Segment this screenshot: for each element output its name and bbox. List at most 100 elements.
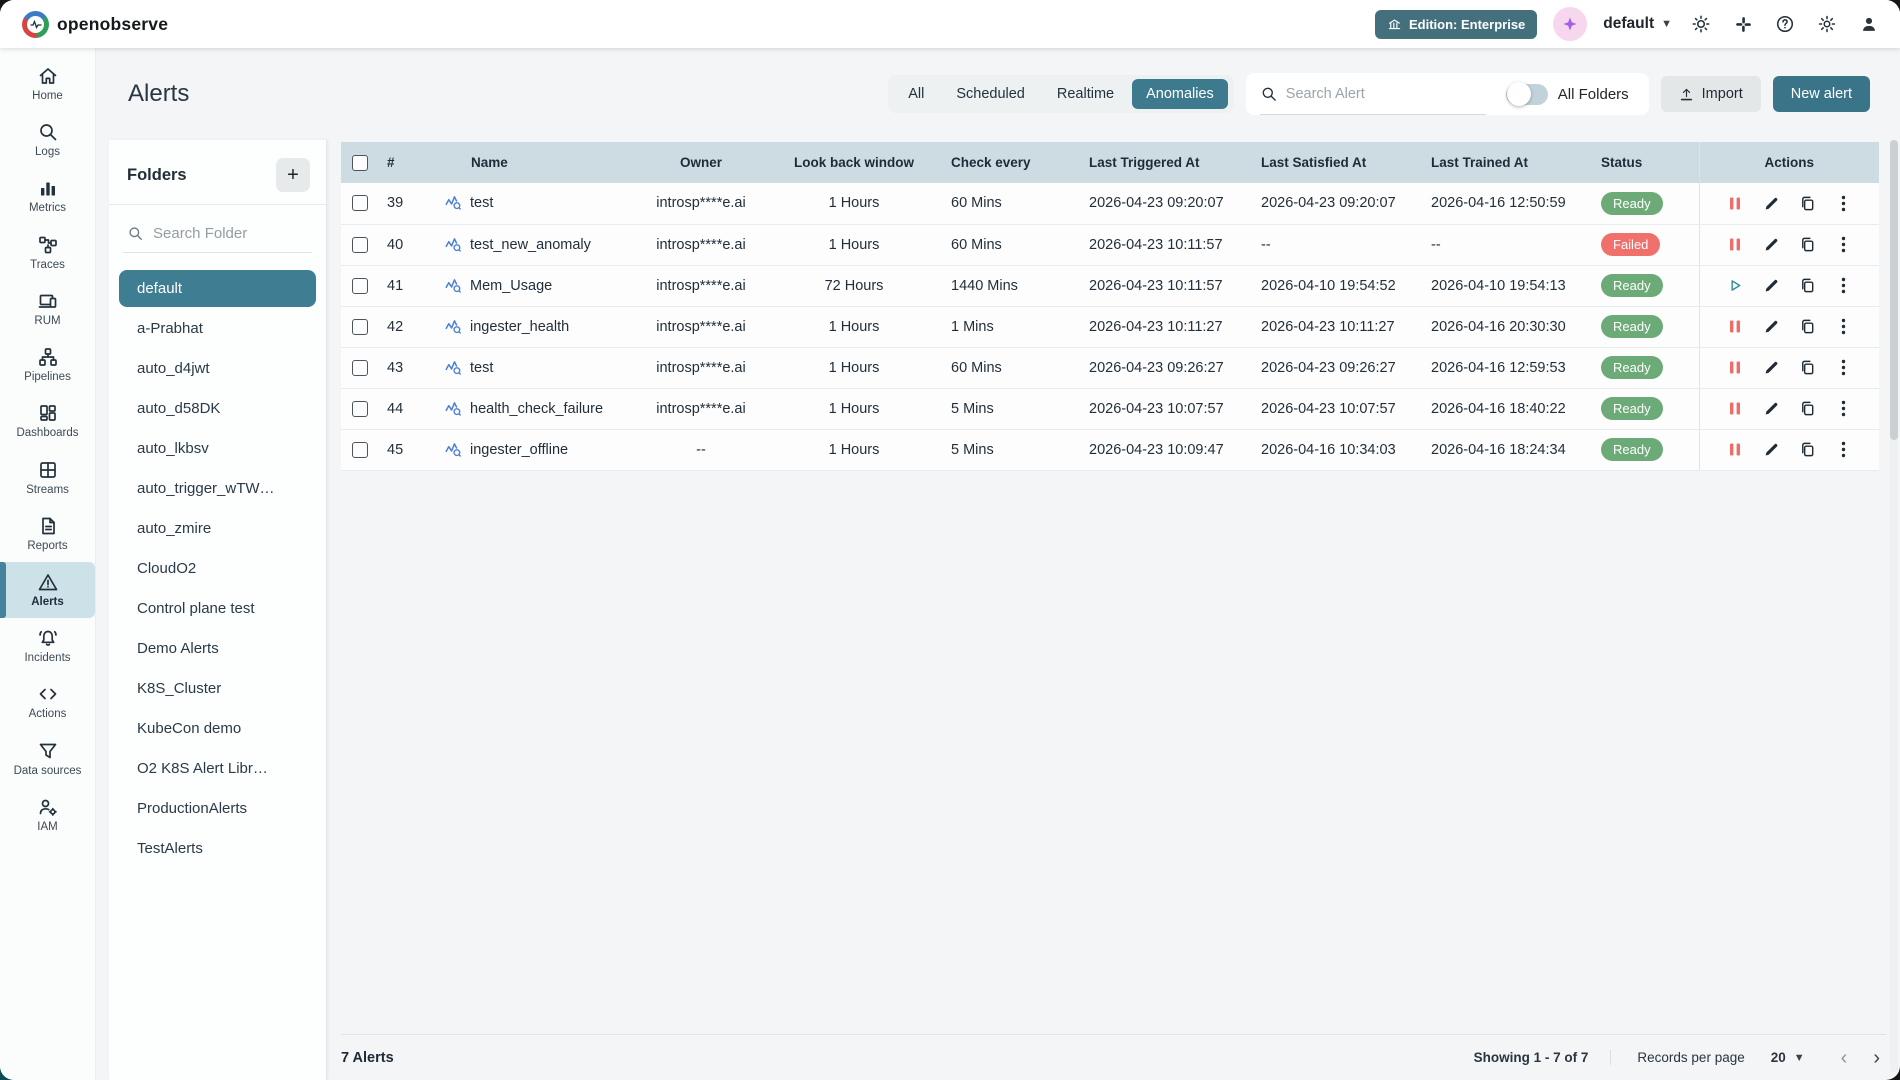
- sidebar-item-reports[interactable]: Reports: [0, 506, 95, 562]
- sidebar-item-iam[interactable]: IAM: [0, 787, 95, 843]
- sidebar-item-pipelines[interactable]: Pipelines: [0, 337, 95, 393]
- edit-button[interactable]: [1758, 355, 1784, 381]
- edit-button[interactable]: [1758, 190, 1784, 216]
- brand-logo[interactable]: openobserve: [22, 11, 168, 38]
- slack-button[interactable]: [1730, 11, 1756, 37]
- pause-button[interactable]: [1722, 190, 1748, 216]
- folder-item[interactable]: auto_lkbsv: [119, 430, 316, 467]
- clone-button[interactable]: [1794, 314, 1820, 340]
- clone-button[interactable]: [1794, 273, 1820, 299]
- new-alert-button[interactable]: New alert: [1773, 76, 1870, 112]
- select-all-checkbox[interactable]: [352, 155, 368, 171]
- more-button[interactable]: [1830, 190, 1856, 216]
- row-checkbox[interactable]: [352, 237, 368, 253]
- more-button[interactable]: [1830, 437, 1856, 463]
- row-checkbox[interactable]: [352, 442, 368, 458]
- pause-button[interactable]: [1722, 437, 1748, 463]
- sidebar-item-logs[interactable]: Logs: [0, 112, 95, 168]
- status-badge: Ready: [1601, 274, 1663, 297]
- ai-assistant-button[interactable]: [1553, 7, 1587, 41]
- edit-pencil-icon: [1763, 359, 1780, 376]
- search-alert-input[interactable]: [1286, 86, 1426, 102]
- pause-icon: [1728, 237, 1742, 252]
- vertical-scrollbar[interactable]: [1890, 140, 1898, 1072]
- tab-anomalies[interactable]: Anomalies: [1132, 79, 1228, 109]
- sidebar-item-rum[interactable]: RUM: [0, 281, 95, 337]
- row-checkbox[interactable]: [352, 195, 368, 211]
- edit-button[interactable]: [1758, 273, 1784, 299]
- more-button[interactable]: [1830, 273, 1856, 299]
- folder-search-input[interactable]: [153, 225, 283, 242]
- tab-scheduled[interactable]: Scheduled: [942, 79, 1039, 109]
- clone-button[interactable]: [1794, 396, 1820, 422]
- sidebar-item-alerts[interactable]: Alerts: [0, 562, 95, 618]
- clone-button[interactable]: [1794, 232, 1820, 258]
- all-folders-toggle[interactable]: [1506, 84, 1548, 105]
- records-per-page-select[interactable]: 20 ▼: [1771, 1050, 1805, 1065]
- pause-button[interactable]: [1722, 355, 1748, 381]
- folder-item-default[interactable]: default: [119, 270, 316, 307]
- pause-button[interactable]: [1722, 232, 1748, 258]
- trace-nodes-icon: [37, 234, 59, 256]
- folder-item[interactable]: auto_zmire: [119, 510, 316, 547]
- folder-item[interactable]: O2 K8S Alert Libr…: [119, 750, 316, 787]
- pause-button[interactable]: [1722, 396, 1748, 422]
- row-checkbox[interactable]: [352, 360, 368, 376]
- scrollbar-thumb[interactable]: [1890, 140, 1898, 440]
- edit-button[interactable]: [1758, 437, 1784, 463]
- folder-item[interactable]: auto_d4jwt: [119, 350, 316, 387]
- edit-button[interactable]: [1758, 232, 1784, 258]
- folder-item[interactable]: K8S_Cluster: [119, 670, 316, 707]
- edit-button[interactable]: [1758, 396, 1784, 422]
- org-selector[interactable]: default ▼: [1603, 15, 1672, 33]
- edit-pencil-icon: [1763, 277, 1780, 294]
- alerts-table: # Name Owner Look back window Check ever…: [341, 142, 1879, 471]
- help-button[interactable]: [1772, 11, 1798, 37]
- folder-item[interactable]: ProductionAlerts: [119, 790, 316, 827]
- sidebar-item-dashboards[interactable]: Dashboards: [0, 393, 95, 449]
- status-badge: Failed: [1601, 233, 1660, 256]
- edit-button[interactable]: [1758, 314, 1784, 340]
- last-triggered-at: 2026-04-23 10:07:57: [1081, 388, 1253, 429]
- folder-item[interactable]: auto_trigger_wTW…: [119, 470, 316, 507]
- folder-item[interactable]: Control plane test: [119, 590, 316, 627]
- account-button[interactable]: [1856, 11, 1882, 37]
- anomaly-icon: [445, 442, 462, 458]
- sidebar-item-incidents[interactable]: Incidents: [0, 618, 95, 674]
- alert-owner: --: [627, 429, 775, 470]
- add-folder-button[interactable]: +: [276, 158, 310, 192]
- sidebar-item-data-sources[interactable]: Data sources: [0, 731, 95, 787]
- clone-button[interactable]: [1794, 355, 1820, 381]
- clone-button[interactable]: [1794, 190, 1820, 216]
- folder-item[interactable]: CloudO2: [119, 550, 316, 587]
- row-checkbox[interactable]: [352, 278, 368, 294]
- sidebar-item-home[interactable]: Home: [0, 56, 95, 112]
- sidebar-item-actions[interactable]: Actions: [0, 674, 95, 730]
- folder-item[interactable]: Demo Alerts: [119, 630, 316, 667]
- resume-button[interactable]: [1722, 273, 1748, 299]
- row-checkbox[interactable]: [352, 401, 368, 417]
- more-button[interactable]: [1830, 396, 1856, 422]
- prev-page-button[interactable]: ‹: [1835, 1046, 1854, 1070]
- folder-item[interactable]: TestAlerts: [119, 830, 316, 867]
- sidebar-item-streams[interactable]: Streams: [0, 450, 95, 506]
- settings-button[interactable]: [1814, 11, 1840, 37]
- more-button[interactable]: [1830, 232, 1856, 258]
- clone-button[interactable]: [1794, 437, 1820, 463]
- tab-realtime[interactable]: Realtime: [1043, 79, 1128, 109]
- sidebar-item-metrics[interactable]: Metrics: [0, 168, 95, 224]
- next-page-button[interactable]: ›: [1867, 1046, 1886, 1070]
- theme-toggle-button[interactable]: [1688, 11, 1714, 37]
- sidebar-item-traces[interactable]: Traces: [0, 225, 95, 281]
- search-icon: [37, 121, 59, 143]
- import-button[interactable]: Import: [1661, 76, 1761, 112]
- last-triggered-at: 2026-04-23 10:09:47: [1081, 429, 1253, 470]
- folder-item[interactable]: auto_d58DK: [119, 390, 316, 427]
- folder-item[interactable]: a-Prabhat: [119, 310, 316, 347]
- folder-item[interactable]: KubeCon demo: [119, 710, 316, 747]
- tab-all[interactable]: All: [894, 79, 938, 109]
- pause-button[interactable]: [1722, 314, 1748, 340]
- row-checkbox[interactable]: [352, 319, 368, 335]
- more-button[interactable]: [1830, 355, 1856, 381]
- more-button[interactable]: [1830, 314, 1856, 340]
